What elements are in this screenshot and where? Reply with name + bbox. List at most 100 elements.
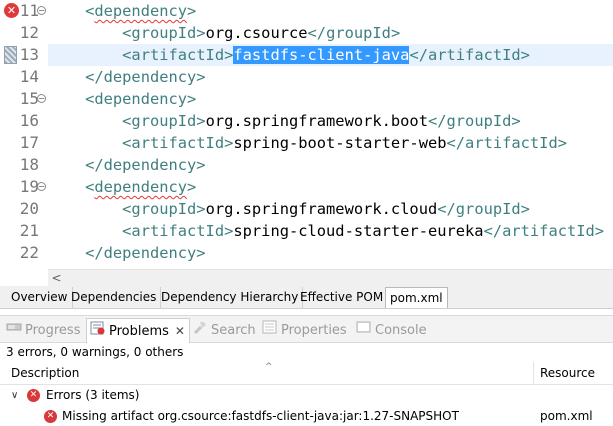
code-line[interactable]: </dependency> xyxy=(48,66,613,88)
bottom-view-tabs: Progress Problems ✕ Search Properties Console xyxy=(0,315,613,343)
gutter-line: 12 xyxy=(0,22,48,44)
code-line[interactable]: <groupId>org.springframework.cloud</grou… xyxy=(48,198,613,220)
tag-bracket: > xyxy=(224,46,234,64)
tag-bracket: </ xyxy=(85,156,104,174)
xml-source-editor[interactable]: ✕ 11− <dependency> 12 <groupId>org.csource… xyxy=(0,0,613,269)
view-tab[interactable]: Progress xyxy=(6,320,80,340)
line-number: 16 xyxy=(19,111,39,130)
gutter-line: 20 xyxy=(0,198,48,220)
gutter-line: 21 xyxy=(0,220,48,242)
code-line[interactable]: <groupId>org.csource</groupId> xyxy=(48,22,613,44)
line-number: 17 xyxy=(19,133,39,152)
tag-name: dependency xyxy=(103,156,197,174)
tag-name: artifactId xyxy=(502,222,595,240)
pom-editor-tabs: Overview Dependencies Dependency Hierarchy… xyxy=(0,286,613,309)
pom-tab[interactable]: Effective POM xyxy=(296,287,389,308)
tag-bracket: </ xyxy=(307,24,327,42)
tag-name: artifactId xyxy=(131,222,225,240)
code-line[interactable]: <dependency> xyxy=(48,176,613,198)
code-line[interactable]: <artifactId>spring-boot-starter-web</art… xyxy=(48,132,613,154)
tag-bracket: > xyxy=(196,112,206,130)
view-tab[interactable]: Console xyxy=(356,320,427,340)
tag-bracket: > xyxy=(224,222,234,240)
tag-bracket: > xyxy=(196,68,206,86)
view-tab[interactable]: Properties xyxy=(262,320,347,340)
tag-name: dependency xyxy=(94,178,188,196)
pom-tab[interactable]: Dependencies xyxy=(67,287,162,308)
problems-group-row[interactable]: ∨ ✕ Errors (3 items) xyxy=(0,385,613,406)
tag-bracket: > xyxy=(187,2,197,20)
tag-bracket: > xyxy=(594,222,605,240)
column-description[interactable]: Description xyxy=(11,362,79,384)
gutter-line: 18 xyxy=(0,154,48,176)
fold-collapse-icon[interactable]: − xyxy=(37,6,46,15)
code-line[interactable]: <dependency> xyxy=(48,88,613,110)
group-label: Errors (3 items) xyxy=(46,388,140,402)
selected-text: fastdfs-client-java xyxy=(233,46,410,64)
line-number: 20 xyxy=(19,199,39,218)
tag-bracket: > xyxy=(196,24,206,42)
error-marker-icon[interactable]: ✕ xyxy=(4,3,19,18)
sort-indicator-icon: ^ xyxy=(265,362,273,372)
tag-name: groupId xyxy=(131,24,197,42)
column-divider[interactable] xyxy=(533,362,534,385)
pom-tab[interactable]: pom.xml xyxy=(385,287,448,308)
code-line[interactable]: </dependency> xyxy=(48,242,613,264)
element-text: org.springframework.boot xyxy=(205,112,428,130)
problems-table-header: ^ Description Resource xyxy=(0,362,613,385)
tag-bracket: </ xyxy=(446,134,466,152)
tag-name: groupId xyxy=(446,112,512,130)
code-line[interactable]: <artifactId>fastdfs-client-java</artifac… xyxy=(48,44,613,66)
pom-tab[interactable]: Overview xyxy=(7,287,73,308)
gutter-line: ✕ 11− xyxy=(0,0,48,22)
tag-name: artifactId xyxy=(427,46,521,64)
error-icon: ✕ xyxy=(27,389,40,402)
element-text: org.csource xyxy=(205,24,308,42)
code-line[interactable]: </dependency> xyxy=(48,154,613,176)
line-number: 12 xyxy=(19,23,39,42)
scroll-left-arrow-icon[interactable]: < xyxy=(48,270,65,286)
tag-name: dependency xyxy=(103,244,197,262)
code-line[interactable]: <artifactId>spring-cloud-starter-eureka<… xyxy=(48,220,613,242)
problem-row[interactable]: ✕ Missing artifact org.csource:fastdfs-cl… xyxy=(0,406,613,426)
line-number: 22 xyxy=(19,243,39,262)
tag-bracket: > xyxy=(557,134,567,152)
element-text: spring-boot-starter-web xyxy=(233,134,447,152)
view-tab[interactable]: Search xyxy=(192,320,256,340)
tag-bracket: </ xyxy=(85,244,104,262)
problems-icon xyxy=(90,320,106,344)
close-icon[interactable]: ✕ xyxy=(175,324,185,338)
code-line[interactable]: <groupId>org.springframework.boot</group… xyxy=(48,110,613,132)
code-line[interactable]: <dependency> xyxy=(48,0,613,22)
fold-collapse-icon[interactable]: − xyxy=(37,182,46,191)
problem-description: Missing artifact org.csource:fastdfs-cli… xyxy=(62,409,459,423)
problem-resource: pom.xml xyxy=(540,409,593,423)
gutter-line: 19− xyxy=(0,176,48,198)
view-tab-label: Console xyxy=(375,323,427,338)
tag-bracket: </ xyxy=(483,222,503,240)
occurrence-marker-icon xyxy=(4,46,17,64)
fold-collapse-icon[interactable]: − xyxy=(37,94,46,103)
element-text: org.springframework.cloud xyxy=(205,200,438,218)
chevron-down-icon[interactable]: ∨ xyxy=(11,385,18,406)
console-icon xyxy=(356,320,372,341)
column-resource[interactable]: Resource xyxy=(540,362,595,384)
view-tab[interactable]: Problems ✕ xyxy=(86,318,190,343)
editor-horizontal-scrollbar[interactable]: < xyxy=(48,269,613,286)
search-icon xyxy=(192,320,208,341)
tag-name: groupId xyxy=(131,112,197,130)
line-number: 21 xyxy=(19,221,39,240)
tag-name: groupId xyxy=(455,200,521,218)
tag-name: dependency xyxy=(94,2,188,20)
tag-bracket: </ xyxy=(437,200,456,218)
pom-tab[interactable]: Dependency Hierarchy xyxy=(157,287,304,308)
gutter-line: 14 xyxy=(0,66,48,88)
line-number: 18 xyxy=(19,155,39,174)
